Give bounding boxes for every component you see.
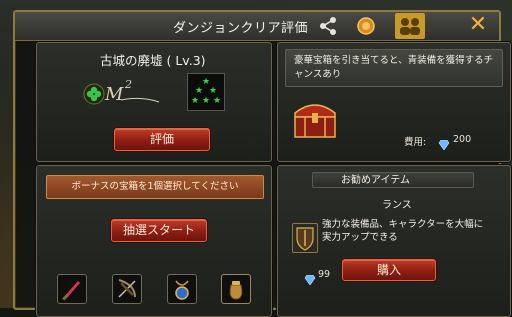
treasure-info-box: 豪華宝箱を引き当てると、青装備を獲得するチャンスあり xyxy=(285,49,503,87)
crossbow-icon xyxy=(113,279,141,307)
star-rating-box: ★ ★ ★ ★ ★ ★ xyxy=(187,73,225,111)
svg-text:★: ★ xyxy=(195,86,203,96)
bonus-item-slot[interactable] xyxy=(112,274,142,304)
dialog-title: ダンジョンクリア評価 xyxy=(173,21,309,36)
dungeon-info-panel: 古城の廃墟 ( Lv.3) M 2 ★ ★ ★ ★ ★ ★ 評価 xyxy=(36,42,272,162)
medal-icon[interactable] xyxy=(355,15,377,37)
cost-value: 200 xyxy=(453,134,472,145)
treasure-panel: 豪華宝箱を引き当てると、青装備を獲得するチャンスあり 費用: 200 xyxy=(277,42,511,162)
share-icon[interactable] xyxy=(317,15,339,37)
svg-text:★: ★ xyxy=(209,86,217,96)
recommended-header: お勧めアイテム xyxy=(312,172,474,188)
dungeon-clear-dialog: ダンジョンクリア評価 ✕ 古城の廃墟 ( Lv.3) M 2 ★ ★ ★ ★ ★… xyxy=(13,10,511,317)
diamond-icon xyxy=(438,135,450,151)
title-bar: ダンジョンクリア評価 ✕ xyxy=(15,12,499,41)
svg-text:★: ★ xyxy=(202,96,210,106)
bonus-item-slot[interactable] xyxy=(167,274,197,304)
bonus-item-slot[interactable] xyxy=(221,274,251,304)
item-name: ランス xyxy=(382,200,412,211)
item-price: 99 xyxy=(318,269,331,280)
lance-shield-icon[interactable] xyxy=(292,223,318,253)
recommended-panel: お勧めアイテム ランス 強力な装備品、キャラクターを大幅に実力アップできる 99… xyxy=(277,165,511,317)
svg-text:★: ★ xyxy=(213,96,221,106)
pouch-icon xyxy=(222,281,250,307)
bonus-panel: ボーナスの宝箱を1個選択してください 抽選スタート xyxy=(36,165,272,317)
dungeon-name: 古城の廃墟 ( Lv.3) xyxy=(100,53,206,68)
bonus-item-slot[interactable] xyxy=(57,274,87,304)
draw-start-button[interactable]: 抽選スタート xyxy=(111,219,207,242)
buy-button[interactable]: 購入 xyxy=(342,259,436,281)
svg-text:★: ★ xyxy=(191,96,199,106)
red-dagger-icon xyxy=(58,281,86,307)
group-icon[interactable] xyxy=(395,13,425,39)
amulet-icon xyxy=(168,280,196,307)
item-description: 強力な装備品、キャラクターを大幅に実力アップできる xyxy=(322,219,484,243)
treasure-description: 豪華宝箱を引き当てると、青装備を獲得するチャンスあり xyxy=(294,55,494,80)
treasure-chest-icon[interactable] xyxy=(290,95,340,141)
rank-badge: M 2 xyxy=(101,78,175,108)
close-icon[interactable]: ✕ xyxy=(466,13,490,37)
evaluate-button[interactable]: 評価 xyxy=(114,128,210,151)
cost-label: 費用: xyxy=(404,137,427,148)
diamond-icon xyxy=(304,270,316,286)
bonus-banner: ボーナスの宝箱を1個選択してください xyxy=(46,175,264,199)
